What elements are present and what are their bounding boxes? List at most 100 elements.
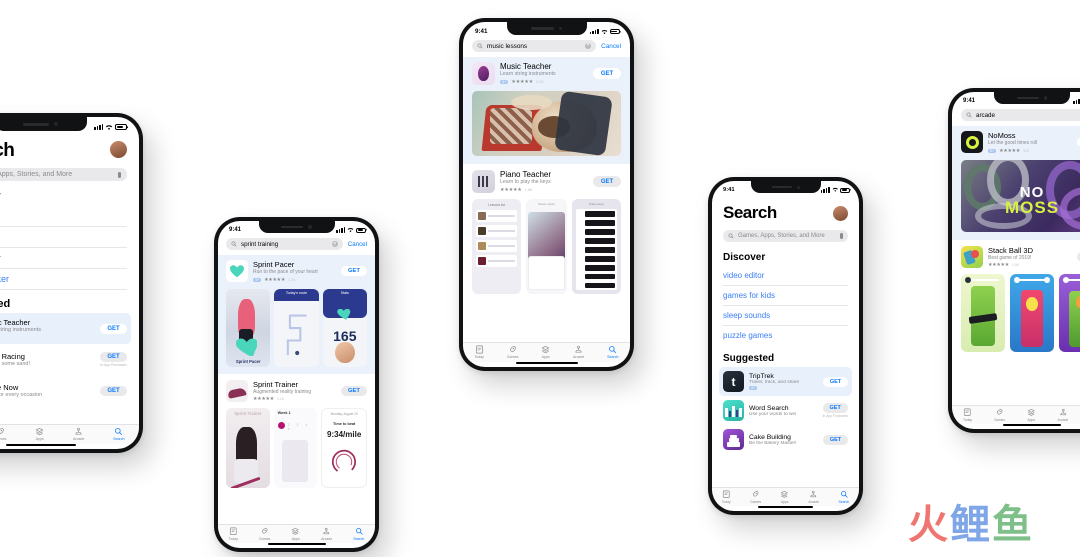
get-button[interactable]: GET xyxy=(341,385,367,396)
home-indicator[interactable] xyxy=(5,443,76,446)
mic-icon[interactable] xyxy=(840,233,843,239)
tab-apps[interactable]: Apps xyxy=(1027,408,1036,422)
discover-link[interactable]: t games xyxy=(0,206,127,227)
app-subtitle: Learn to play the keys xyxy=(500,179,551,186)
tab-arcade[interactable]: Arcade xyxy=(73,427,84,441)
tab-label: Today xyxy=(474,355,484,360)
tab-apps[interactable]: Apps xyxy=(291,527,300,541)
list-item[interactable]: Cake Building Be the Bakery Master! GET xyxy=(723,425,848,454)
app-screenshot[interactable]: Sprint Trainer xyxy=(226,408,270,488)
cancel-button[interactable]: Cancel xyxy=(348,241,367,248)
hero-screenshot[interactable]: NO MOSS xyxy=(961,159,1080,232)
get-button[interactable]: GET xyxy=(593,176,621,187)
list-item[interactable]: Music Teacher Learn string instruments 4… xyxy=(0,313,131,344)
app-name: Music Teacher xyxy=(500,62,552,72)
tab-today[interactable]: Today xyxy=(963,408,972,422)
app-header[interactable]: Sprint Pacer Run to the pace of your hea… xyxy=(226,260,367,283)
app-header[interactable]: Music Teacher Learn string instruments 4… xyxy=(472,62,621,85)
list-item[interactable]: Noise Now Noise for every occasion GET xyxy=(0,375,127,406)
app-header[interactable]: NoMoss Let the good times roll 9+ ★★★★★ … xyxy=(961,131,1080,154)
search-result-card[interactable]: Music Teacher Learn string instruments 4… xyxy=(463,57,630,164)
app-screenshot[interactable] xyxy=(1010,274,1054,352)
tab-apps[interactable]: Apps xyxy=(35,427,44,441)
app-screenshot[interactable]: Lessons list xyxy=(472,199,521,294)
clear-icon[interactable]: ✕ xyxy=(331,241,338,247)
get-button[interactable]: GET xyxy=(593,68,621,79)
cancel-button[interactable]: Cancel xyxy=(601,43,621,50)
tab-today[interactable]: Today xyxy=(722,490,731,504)
home-indicator[interactable] xyxy=(1003,423,1061,426)
discover-link-video-editor[interactable]: video editor xyxy=(723,266,848,286)
discover-link[interactable]: orkout tracker xyxy=(0,269,127,290)
tab-arcade[interactable]: Arcade xyxy=(321,527,332,541)
app-screenshot[interactable]: Sheet music xyxy=(526,199,567,294)
app-screenshot[interactable]: Piano keys xyxy=(572,199,621,294)
status-icons xyxy=(94,124,127,131)
home-indicator[interactable] xyxy=(267,542,326,545)
search-input[interactable]: sprint training ✕ xyxy=(226,238,343,250)
tab-today[interactable]: Today xyxy=(474,345,484,359)
clear-icon[interactable]: ✕ xyxy=(584,42,592,50)
list-item[interactable]: t TripTrek Travel, track, and share 4+ G… xyxy=(719,367,852,396)
tab-today[interactable]: Today xyxy=(229,527,238,541)
get-button[interactable]: GET xyxy=(822,403,848,413)
get-button[interactable]: GET xyxy=(100,352,127,362)
tab-games[interactable]: Games xyxy=(750,490,761,504)
search-input[interactable]: music lessons ✕ xyxy=(472,40,597,52)
tab-games[interactable]: Games xyxy=(994,408,1005,422)
tab-search[interactable]: Search xyxy=(113,427,125,441)
home-indicator[interactable] xyxy=(758,505,813,508)
search-result-card[interactable]: Sprint Trainer Augmented reality trainin… xyxy=(218,374,375,488)
list-item[interactable]: Word Search Use your words to win GET In… xyxy=(723,396,848,425)
tab-games[interactable]: Games xyxy=(0,427,6,441)
discover-link-puzzle-games[interactable]: puzzle games xyxy=(723,326,848,345)
search-result-card[interactable]: Piano Teacher Learn to play the keys ★★★… xyxy=(463,164,630,294)
search-input[interactable]: arcade ✕ xyxy=(961,109,1080,121)
app-screenshot[interactable] xyxy=(961,274,1005,352)
age-badge: 4+ xyxy=(749,386,758,390)
hero-screenshot[interactable] xyxy=(472,91,621,156)
app-header[interactable]: Piano Teacher Learn to play the keys ★★★… xyxy=(472,170,621,193)
app-header[interactable]: Stack Ball 3D Best game of 2019! ★★★★★ 1… xyxy=(961,246,1080,268)
discover-link[interactable]: ar simulator xyxy=(0,248,127,269)
get-button[interactable]: GET xyxy=(823,376,848,387)
get-button[interactable]: GET xyxy=(100,323,127,334)
list-item[interactable]: Sand Racing Kick up some sand! GET In-Ap… xyxy=(0,344,127,375)
app-screenshot[interactable]: Sprint Pacer xyxy=(226,288,271,367)
search-input[interactable]: Games, Apps, Stories, and More xyxy=(0,168,127,181)
mic-icon[interactable] xyxy=(118,171,121,178)
app-header[interactable]: Sprint Trainer Augmented reality trainin… xyxy=(226,380,367,402)
get-button[interactable]: GET xyxy=(341,266,367,277)
get-button[interactable]: GET xyxy=(823,434,848,445)
screenshot-gallery[interactable]: Sprint Trainer Week 1 2 3 4 5 Monday, Au… xyxy=(226,408,368,488)
tab-arcade[interactable]: Arcade xyxy=(1057,408,1068,422)
app-screenshot[interactable]: Monday, August 19 Time to beat 9:34/mile xyxy=(321,408,368,488)
app-screenshot[interactable] xyxy=(1059,274,1080,352)
tab-games[interactable]: Games xyxy=(259,527,270,541)
tab-apps[interactable]: Apps xyxy=(780,490,789,504)
discover-link-sleep-sounds[interactable]: sleep sounds xyxy=(723,306,848,326)
tab-search[interactable]: Search xyxy=(607,345,619,359)
screenshot-gallery[interactable]: Sprint Pacer Today's route Stats 165 xyxy=(226,288,367,367)
tab-arcade[interactable]: Arcade xyxy=(808,490,819,504)
tab-search[interactable]: Search xyxy=(353,527,364,541)
discover-link-games-for-kids[interactable]: games for kids xyxy=(723,286,848,306)
avatar[interactable] xyxy=(833,206,848,221)
search-result-card[interactable]: Sprint Pacer Run to the pace of your hea… xyxy=(218,255,375,374)
search-result-card[interactable]: Stack Ball 3D Best game of 2019! ★★★★★ 1… xyxy=(952,240,1080,352)
tab-games[interactable]: Games xyxy=(507,345,518,359)
search-result-card[interactable]: NoMoss Let the good times roll 9+ ★★★★★ … xyxy=(952,126,1080,240)
get-button[interactable]: GET xyxy=(100,385,127,396)
app-screenshot[interactable]: Today's route xyxy=(274,288,319,367)
app-screenshot[interactable]: Week 1 2 3 4 5 xyxy=(273,408,318,488)
search-input[interactable]: Games, Apps, Stories, and More xyxy=(723,230,848,242)
screenshot-gallery[interactable]: Lessons list Sheet music Piano keys xyxy=(472,199,621,294)
discover-link[interactable]: hoto editing xyxy=(0,227,127,248)
tab-search[interactable]: Search xyxy=(838,490,849,504)
screenshot-gallery[interactable] xyxy=(961,274,1080,352)
avatar[interactable] xyxy=(110,141,127,158)
app-screenshot[interactable]: Stats 165 xyxy=(322,288,367,367)
tab-arcade[interactable]: Arcade xyxy=(573,345,584,359)
tab-apps[interactable]: Apps xyxy=(541,345,550,359)
home-indicator[interactable] xyxy=(515,361,578,364)
